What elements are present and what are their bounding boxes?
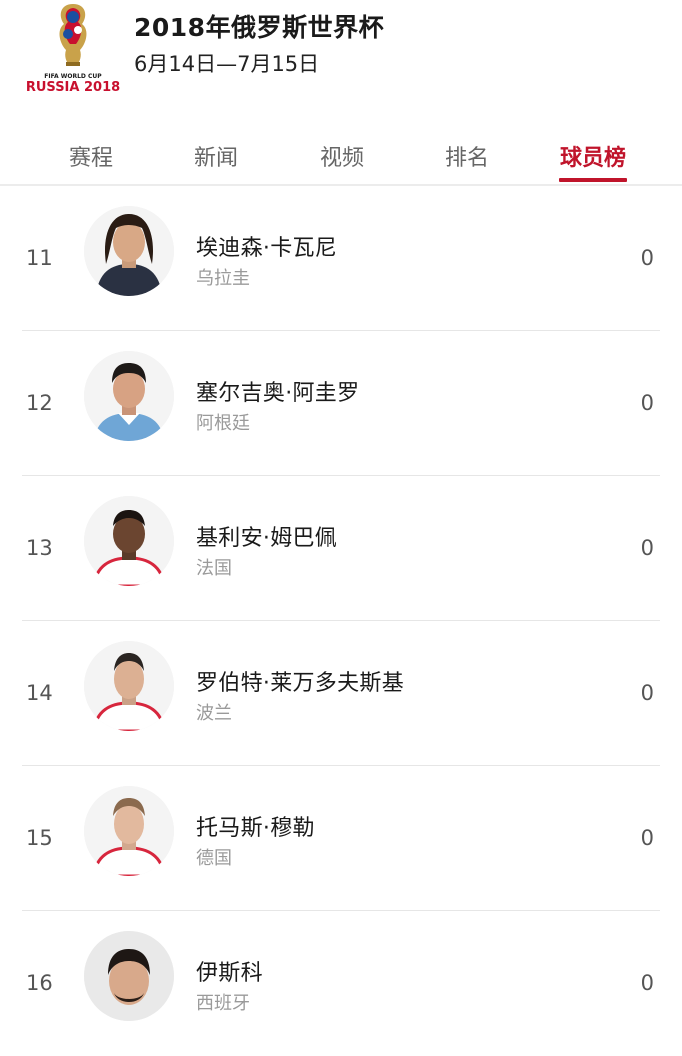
list-item[interactable]: 14 罗伯特·莱万多夫斯基 波兰 0 [0,621,682,766]
tab-news[interactable]: 新闻 [166,140,266,172]
player-name: 罗伯特·莱万多夫斯基 [196,671,404,696]
player-score: 0 [640,536,654,560]
list-item[interactable]: 15 托马斯·穆勒 德国 0 [0,766,682,911]
date-range: 6月14日—7月15日 [134,52,320,76]
rank-number: 14 [26,681,53,705]
rank-number: 12 [26,391,53,415]
player-score: 0 [640,246,654,270]
header: FIFA WORLD CUP RUSSIA 2018 2018年俄罗斯世界杯 6… [0,0,682,110]
avatar [84,206,174,296]
avatar [84,931,174,1021]
world-cup-logo: FIFA WORLD CUP RUSSIA 2018 [26,4,120,95]
rank-number: 11 [26,246,53,270]
tab-ranking[interactable]: 排名 [417,140,517,172]
player-score: 0 [640,681,654,705]
rank-number: 13 [26,536,53,560]
player-country: 西班牙 [196,993,250,1014]
rank-number: 15 [26,826,53,850]
tab-video[interactable]: 视频 [292,140,392,172]
player-score: 0 [640,971,654,995]
tab-bar: 赛程 新闻 视频 排名 球员榜 [0,128,682,184]
player-name: 埃迪森·卡瓦尼 [196,236,338,261]
player-name: 基利安·姆巴佩 [196,526,338,551]
player-country: 法国 [196,558,232,579]
svg-text:RUSSIA 2018: RUSSIA 2018 [26,80,120,95]
avatar [84,496,174,586]
tab-schedule[interactable]: 赛程 [41,140,141,172]
player-country: 波兰 [196,703,232,724]
list-item[interactable]: 16 伊斯科 西班牙 0 [0,911,682,1056]
list-item[interactable]: 13 基利安·姆巴佩 法国 0 [0,476,682,621]
player-score: 0 [640,391,654,415]
list-item[interactable]: 11 埃迪森·卡瓦尼 乌拉圭 0 [0,186,682,331]
player-country: 阿根廷 [196,413,250,434]
svg-text:FIFA WORLD CUP: FIFA WORLD CUP [44,73,102,80]
player-country: 德国 [196,848,232,869]
avatar [84,351,174,441]
tab-player-ranking[interactable]: 球员榜 [543,140,643,172]
player-score: 0 [640,826,654,850]
rank-number: 16 [26,971,53,995]
player-name: 托马斯·穆勒 [196,816,315,841]
list-item[interactable]: 12 塞尔吉奥·阿圭罗 阿根廷 0 [0,331,682,476]
player-name: 塞尔吉奥·阿圭罗 [196,381,360,406]
player-name: 伊斯科 [196,961,263,986]
page-title: 2018年俄罗斯世界杯 [134,13,385,42]
active-tab-indicator [559,178,627,182]
player-country: 乌拉圭 [196,268,250,289]
avatar [84,786,174,876]
avatar [84,641,174,731]
